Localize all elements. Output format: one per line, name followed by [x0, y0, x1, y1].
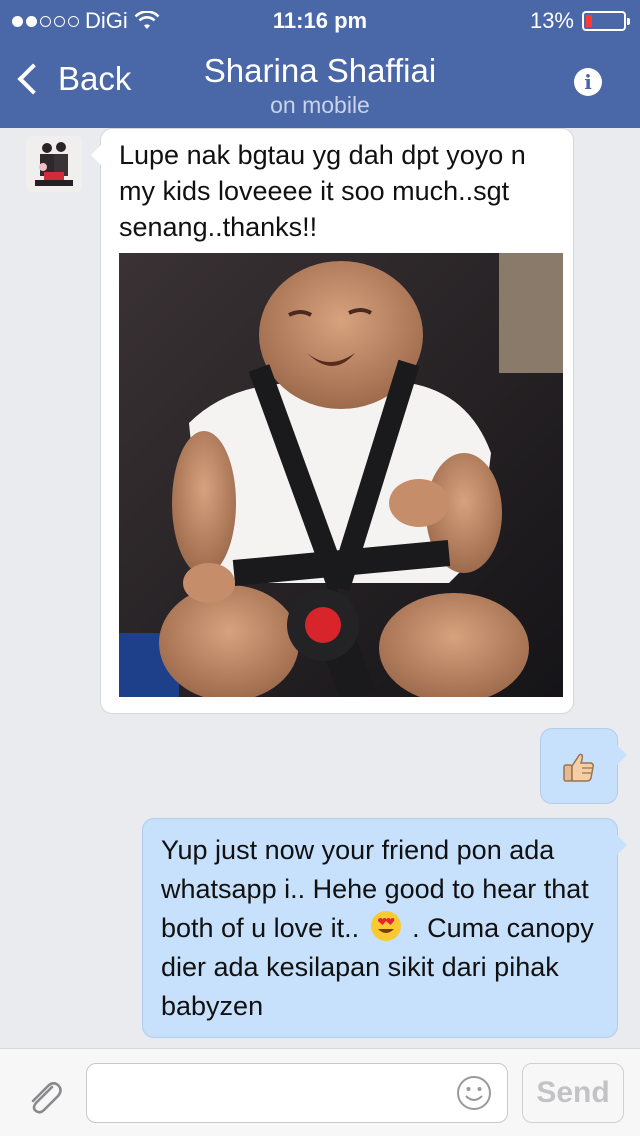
- message-input[interactable]: [86, 1063, 508, 1123]
- battery-percent: 13%: [529, 8, 574, 33]
- navigation-bar: DiGi 11:16 pm 13% Back Sharina Shaffiai …: [0, 0, 640, 128]
- status-bar: DiGi 11:16 pm 13%: [0, 0, 640, 40]
- outgoing-like-bubble[interactable]: [540, 728, 627, 804]
- battery-group: 13%: [529, 8, 630, 34]
- outgoing-message-text: Yup just now your friend pon ada whatsap…: [161, 831, 607, 1026]
- conversation-title: Sharina Shaffiai: [203, 52, 437, 89]
- avatar[interactable]: [26, 136, 82, 192]
- message-composer: Send: [0, 1048, 640, 1136]
- incoming-message-bubble[interactable]: Lupe nak bgtau yg dah dpt yoyo n my kids…: [91, 128, 574, 714]
- heart-eyes-emoji: [370, 911, 401, 941]
- outgoing-message-bubble[interactable]: Yup just now your friend pon ada whatsap…: [142, 818, 627, 1038]
- info-icon[interactable]: i: [574, 68, 602, 96]
- battery-icon: [582, 11, 630, 31]
- paperclip-icon[interactable]: [22, 1075, 66, 1119]
- send-button[interactable]: Send: [522, 1063, 624, 1123]
- emoji-picker-icon[interactable]: [456, 1075, 492, 1111]
- message-photo[interactable]: [119, 253, 563, 697]
- incoming-message-text: Lupe nak bgtau yg dah dpt yoyo n my kids…: [119, 140, 526, 242]
- thumbs-up-icon: [563, 753, 594, 782]
- presence-status: on mobile: [270, 92, 370, 118]
